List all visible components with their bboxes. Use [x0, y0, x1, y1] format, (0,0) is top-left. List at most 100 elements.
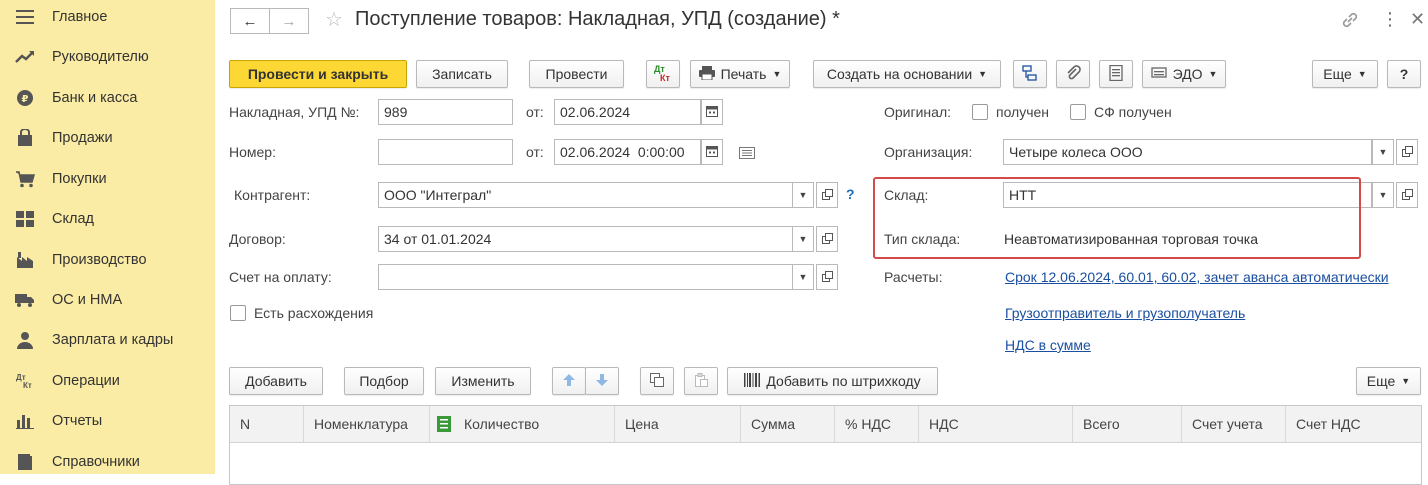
menu-icon — [14, 6, 36, 28]
column-header-nomenclature[interactable]: Номенклатура — [304, 406, 430, 443]
original-received-checkbox[interactable] — [972, 104, 988, 120]
contract-dropdown[interactable]: ▼ — [792, 226, 814, 252]
caret-down-icon: ▼ — [798, 190, 808, 200]
back-button[interactable]: ← — [230, 8, 270, 34]
move-up-button[interactable] — [552, 367, 586, 395]
paste-button[interactable] — [684, 367, 718, 395]
column-header-n[interactable]: N — [230, 406, 304, 443]
vat-in-sum-link[interactable]: НДС в сумме — [1005, 337, 1091, 353]
sidebar-item-label: ОС и НМА — [52, 292, 123, 308]
copy-button[interactable] — [640, 367, 674, 395]
payment-invoice-dropdown[interactable]: ▼ — [792, 264, 814, 290]
link-icon[interactable] — [1340, 10, 1360, 33]
sidebar-item-purchases[interactable]: Покупки — [0, 159, 215, 199]
calendar-button[interactable] — [701, 99, 723, 125]
bag-icon — [14, 127, 36, 149]
number-label: Номер: — [229, 144, 276, 160]
column-header-vat-rate[interactable]: % НДС — [835, 406, 919, 443]
move-down-button[interactable] — [585, 367, 619, 395]
original-label: Оригинал: — [884, 104, 951, 120]
column-header-account[interactable]: Счет учета — [1182, 406, 1286, 443]
settlements-link[interactable]: Срок 12.06.2024, 60.01, 60.02, зачет ава… — [1005, 269, 1389, 285]
contractor-label: Контрагент: — [234, 187, 311, 203]
column-header-price[interactable]: Цена — [615, 406, 741, 443]
organization-open-button[interactable] — [1396, 139, 1418, 165]
print-button[interactable]: Печать ▼ — [690, 60, 790, 88]
save-button[interactable]: Записать — [416, 60, 508, 88]
post-button[interactable]: Провести — [529, 60, 624, 88]
contractor-help-icon[interactable]: ? — [846, 186, 855, 202]
sidebar-item-sales[interactable]: Продажи — [0, 118, 215, 158]
comment-icon[interactable] — [739, 146, 755, 162]
goods-table[interactable]: N Номенклатура Количество Цена Сумма % Н… — [229, 405, 1422, 485]
sidebar-item-bank[interactable]: ₽ Банк и касса — [0, 78, 215, 118]
edo-button[interactable]: ЭДО ▼ — [1142, 60, 1226, 88]
contractor-open-button[interactable] — [816, 182, 838, 208]
discrepancy-checkbox[interactable] — [230, 305, 246, 321]
calendar-button[interactable] — [701, 139, 723, 165]
doc-datetime-field[interactable]: 02.06.2024 0:00:00 — [554, 139, 701, 165]
sf-received-checkbox[interactable] — [1070, 104, 1086, 120]
add-by-barcode-button[interactable]: Добавить по штрихкоду — [727, 367, 938, 395]
pick-button[interactable]: Подбор — [344, 367, 424, 395]
sidebar-item-warehouse[interactable]: Склад — [0, 199, 215, 239]
more-vertical-icon[interactable]: ⋮ — [1381, 10, 1399, 28]
arrow-right-icon: → — [281, 12, 297, 30]
bar-chart-icon — [14, 410, 36, 432]
organization-field[interactable]: Четыре колеса ООО — [1003, 139, 1372, 165]
column-header-vat[interactable]: НДС — [919, 406, 1073, 443]
create-based-on-button[interactable]: Создать на основании ▼ — [813, 60, 1001, 88]
document-list-button[interactable] — [1099, 60, 1133, 88]
sidebar-item-operations[interactable]: Дт Кт Операции — [0, 361, 215, 401]
edit-row-button[interactable]: Изменить — [435, 367, 531, 395]
contractor-dropdown[interactable]: ▼ — [792, 182, 814, 208]
column-header-quantity[interactable]: Количество — [430, 406, 615, 443]
column-header-vat-account[interactable]: Счет НДС — [1286, 406, 1423, 443]
settlements-label: Расчеты: — [884, 269, 943, 285]
warehouse-dropdown[interactable]: ▼ — [1372, 182, 1394, 208]
forward-button[interactable]: → — [269, 8, 309, 34]
payment-invoice-field[interactable] — [378, 264, 793, 290]
table-more-button[interactable]: Еще ▼ — [1356, 367, 1421, 395]
contractor-field[interactable]: ООО "Интеграл" — [378, 182, 793, 208]
caret-down-icon: ▼ — [1357, 69, 1367, 79]
shipper-consignee-link[interactable]: Грузоотправитель и грузополучатель — [1005, 305, 1245, 321]
invoice-date-field[interactable]: 02.06.2024 — [554, 99, 701, 125]
help-button[interactable]: ? — [1387, 60, 1421, 88]
sidebar-item-label: Справочники — [52, 454, 140, 470]
dt-kt-button[interactable]: Дт Кт — [646, 60, 680, 88]
add-row-button[interactable]: Добавить — [229, 367, 323, 395]
sidebar-item-directories[interactable]: Справочники — [0, 442, 215, 482]
payment-invoice-open-button[interactable] — [816, 264, 838, 290]
sidebar-item-production[interactable]: Производство — [0, 240, 215, 280]
open-form-icon — [821, 270, 833, 284]
caret-down-icon: ▼ — [1208, 69, 1218, 79]
svg-text:Кт: Кт — [23, 381, 32, 390]
edo-icon — [1150, 66, 1167, 83]
column-header-total[interactable]: Всего — [1073, 406, 1182, 443]
contract-field[interactable]: 34 от 01.01.2024 — [378, 226, 793, 252]
organization-dropdown[interactable]: ▼ — [1372, 139, 1394, 165]
sidebar-item-label: Склад — [52, 211, 94, 227]
sidebar-item-label: Руководителю — [52, 49, 149, 65]
sidebar-item-main[interactable]: Главное — [0, 0, 215, 37]
hierarchy-icon — [1022, 64, 1038, 84]
warehouse-open-button[interactable] — [1396, 182, 1418, 208]
open-form-icon — [821, 188, 833, 202]
more-button[interactable]: Еще ▼ — [1312, 60, 1378, 88]
close-icon[interactable]: ✕ — [1410, 9, 1425, 30]
attach-button[interactable] — [1056, 60, 1090, 88]
sidebar-item-reports[interactable]: Отчеты — [0, 401, 215, 441]
post-and-close-button[interactable]: Провести и закрыть — [229, 60, 407, 88]
invoice-number-field[interactable]: 989 — [378, 99, 513, 125]
number-field[interactable] — [378, 139, 513, 165]
favorite-star-icon[interactable]: ☆ — [325, 7, 343, 32]
sidebar-item-fixed-assets[interactable]: ОС и НМА — [0, 280, 215, 320]
contract-open-button[interactable] — [816, 226, 838, 252]
structure-button[interactable] — [1013, 60, 1047, 88]
column-header-sum[interactable]: Сумма — [741, 406, 835, 443]
document-icon — [1109, 64, 1123, 84]
sidebar-item-label: Главное — [52, 9, 108, 25]
sidebar-item-salary[interactable]: Зарплата и кадры — [0, 320, 215, 360]
sidebar-item-director[interactable]: Руководителю — [0, 37, 215, 77]
